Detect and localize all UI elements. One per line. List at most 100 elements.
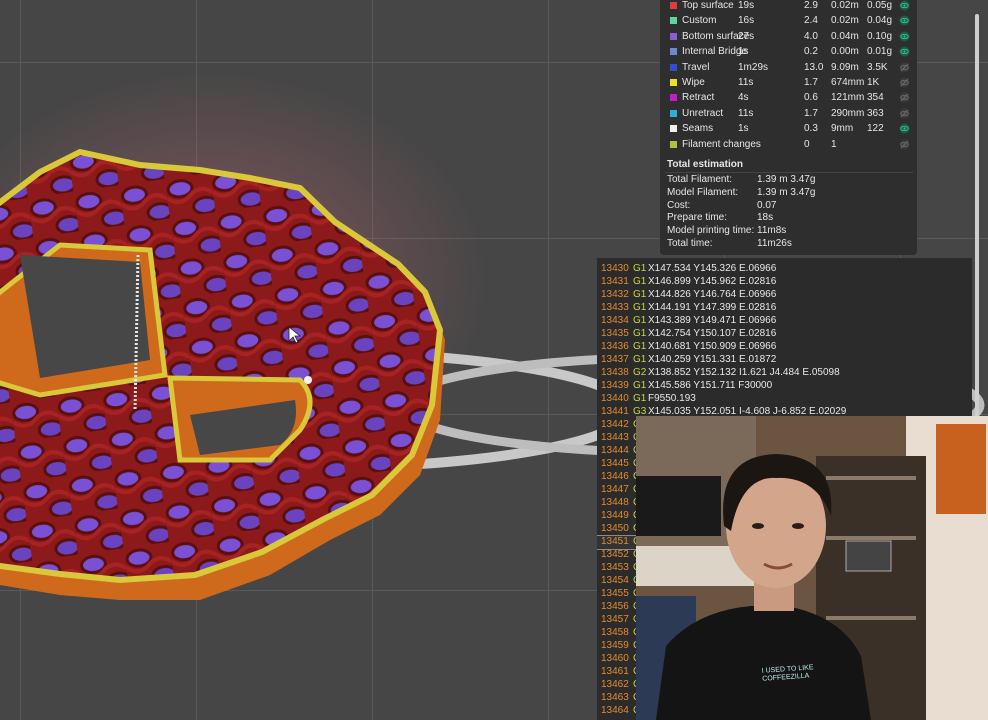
eye-slash-icon[interactable] bbox=[899, 92, 910, 103]
legend-feature-name: Filament changes bbox=[682, 138, 761, 150]
legend-row[interactable]: Wipe 11s 1.7 674mm 1K bbox=[660, 76, 917, 91]
gcode-command: G1 bbox=[633, 289, 647, 300]
line-number: 13451 bbox=[601, 536, 629, 547]
line-number: 13434 bbox=[601, 315, 629, 326]
legend-time: 16s bbox=[738, 15, 755, 27]
legend-panel: Top surface 19s 2.9 0.02m 0.05g Custom 16s 2.4 0… bbox=[660, 0, 917, 255]
line-number: 13447 bbox=[601, 484, 629, 495]
line-number: 13442 bbox=[601, 419, 629, 430]
legend-percent: 0.3 bbox=[804, 123, 818, 135]
layer-slider[interactable] bbox=[975, 14, 979, 418]
gcode-line[interactable]: 13433 G1 X144.191 Y147.399 E.02816 bbox=[597, 302, 972, 315]
line-number: 13433 bbox=[601, 302, 629, 313]
legend-time: 19s bbox=[738, 0, 755, 11]
legend-length: 0.02m bbox=[831, 0, 859, 11]
legend-percent: 4.0 bbox=[804, 30, 818, 42]
gcode-line[interactable]: 13432 G1 X144.826 Y146.764 E.06966 bbox=[597, 289, 972, 302]
gcode-line[interactable]: 13435 G1 X142.754 Y150.107 E.02816 bbox=[597, 328, 972, 341]
total-value: 11m26s bbox=[757, 238, 792, 249]
gcode-arguments: X144.191 Y147.399 E.02816 bbox=[648, 302, 777, 313]
legend-weight: 0.10g bbox=[867, 30, 893, 42]
gcode-command: G1 bbox=[633, 341, 647, 352]
gcode-line[interactable]: 13438 G2 X138.852 Y152.132 I1.621 J4.484 E… bbox=[597, 367, 972, 380]
eye-slash-icon[interactable] bbox=[899, 139, 910, 150]
gcode-command: G1 bbox=[633, 263, 647, 274]
total-row: Total Filament: 1.39 m 3.47g bbox=[667, 174, 815, 185]
line-number: 13457 bbox=[601, 614, 629, 625]
legend-feature-name: Travel bbox=[682, 61, 710, 73]
legend-length: 1 bbox=[831, 138, 837, 150]
legend-row[interactable]: Bottom surface 27s 4.0 0.04m 0.10g bbox=[660, 30, 917, 45]
eye-slash-icon[interactable] bbox=[899, 108, 910, 119]
gcode-line[interactable]: 13434 G1 X143.389 Y149.471 E.06966 bbox=[597, 315, 972, 328]
legend-percent: 13.0 bbox=[804, 61, 824, 73]
gcode-line[interactable]: 13439 G1 X145.586 Y151.711 F30000 bbox=[597, 380, 972, 393]
legend-feature-name: Seams bbox=[682, 123, 714, 135]
legend-row[interactable]: Retract 4s 0.6 121mm 354 bbox=[660, 91, 917, 106]
gcode-line[interactable]: 13430 G1 X147.534 Y145.326 E.06966 bbox=[597, 263, 972, 276]
total-value: 0.07 bbox=[757, 199, 777, 211]
gcode-line[interactable]: 13436 G1 X140.681 Y150.909 E.06966 bbox=[597, 341, 972, 354]
gcode-arguments: X146.899 Y145.962 E.02816 bbox=[648, 276, 777, 287]
legend-percent: 0.2 bbox=[804, 46, 818, 58]
legend-time: 27s bbox=[738, 30, 755, 42]
color-swatch bbox=[670, 17, 677, 25]
total-value: 11m8s bbox=[757, 225, 787, 237]
legend-feature-name: Retract bbox=[682, 92, 715, 104]
eye-slash-icon[interactable] bbox=[899, 62, 910, 73]
total-label: Model Filament: bbox=[667, 186, 739, 198]
line-number: 13445 bbox=[601, 458, 629, 469]
total-value: 18s bbox=[757, 212, 774, 224]
line-number: 13461 bbox=[601, 666, 629, 677]
legend-weight: 1K bbox=[867, 77, 880, 88]
total-label: Total time: bbox=[667, 238, 713, 249]
gcode-line[interactable]: 13440 G1 F9550.193 bbox=[597, 393, 972, 406]
total-value: 1.39 m 3.47g bbox=[757, 186, 816, 198]
legend-row[interactable]: Internal Bridge 1s 0.2 0.00m 0.01g bbox=[660, 45, 917, 60]
legend-percent: 1.7 bbox=[804, 107, 818, 119]
legend-row[interactable]: Filament changes 0 1 bbox=[660, 138, 917, 153]
legend-length: 9mm bbox=[831, 123, 854, 135]
line-number: 13438 bbox=[601, 367, 629, 378]
legend-row[interactable]: Unretract 11s 1.7 290mm 363 bbox=[660, 107, 917, 122]
legend-feature-name: Top surface bbox=[682, 0, 734, 11]
gcode-command: G1 bbox=[633, 328, 647, 339]
legend-row[interactable]: Travel 1m29s 13.0 9.09m 3.5K bbox=[660, 61, 917, 76]
color-swatch bbox=[670, 2, 677, 9]
line-number: 13439 bbox=[601, 380, 629, 391]
legend-weight: 0.01g bbox=[867, 46, 893, 58]
line-number: 13462 bbox=[601, 679, 629, 690]
eye-icon[interactable] bbox=[899, 0, 910, 11]
gcode-arguments: X145.586 Y151.711 F30000 bbox=[648, 380, 773, 391]
eye-slash-icon[interactable] bbox=[899, 77, 910, 88]
total-label: Model printing time: bbox=[667, 225, 755, 237]
legend-row[interactable]: Seams 1s 0.3 9mm 122 bbox=[660, 122, 917, 137]
legend-time: 11s bbox=[738, 107, 754, 119]
cutout-hole bbox=[20, 255, 150, 378]
gcode-arguments: X142.754 Y150.107 E.02816 bbox=[648, 328, 777, 339]
line-number: 13430 bbox=[601, 263, 629, 274]
line-number: 13446 bbox=[601, 471, 629, 482]
line-number: 13435 bbox=[601, 328, 629, 339]
legend-percent: 0 bbox=[804, 138, 810, 150]
line-number: 13452 bbox=[601, 549, 629, 560]
line-number: 13437 bbox=[601, 354, 629, 365]
legend-length: 9.09m bbox=[831, 61, 859, 73]
total-row: Model printing time: 11m8s bbox=[667, 225, 786, 237]
eye-icon[interactable] bbox=[899, 31, 910, 42]
legend-row[interactable]: Top surface 19s 2.9 0.02m 0.05g bbox=[660, 0, 917, 14]
gcode-line[interactable]: 13437 G1 X140.259 Y151.331 E.01872 bbox=[597, 354, 972, 367]
gcode-arguments: X147.534 Y145.326 E.06966 bbox=[648, 263, 777, 274]
eye-icon[interactable] bbox=[899, 15, 910, 26]
line-number: 13441 bbox=[601, 406, 629, 417]
legend-feature-name: Custom bbox=[682, 15, 717, 27]
total-value: 1.39 m 3.47g bbox=[757, 174, 816, 185]
eye-icon[interactable] bbox=[899, 123, 910, 134]
legend-row[interactable]: Custom 16s 2.4 0.02m 0.04g bbox=[660, 14, 917, 29]
legend-time: 11s bbox=[738, 77, 754, 88]
line-number: 13450 bbox=[601, 523, 629, 534]
legend-length: 674mm bbox=[831, 77, 865, 88]
color-swatch bbox=[670, 140, 677, 148]
eye-icon[interactable] bbox=[899, 46, 910, 57]
gcode-line[interactable]: 13431 G1 X146.899 Y145.962 E.02816 bbox=[597, 276, 972, 289]
